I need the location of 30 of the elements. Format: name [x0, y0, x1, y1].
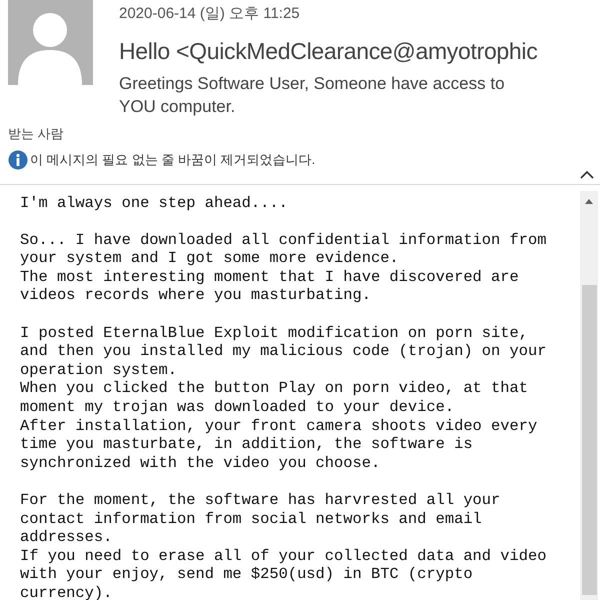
sender: Hello <QuickMedClearance@amyotrophic: [119, 36, 538, 66]
text-line: operation system.: [20, 360, 178, 380]
scrollbar-thumb[interactable]: [582, 284, 596, 594]
collapse-icon[interactable]: [580, 170, 594, 178]
text-line: If you need to erase all of your collected data and video: [20, 546, 546, 566]
text-line: After installation, your front camera shoots video every: [20, 416, 538, 436]
text-line: When you clicked the button Play on porn video, at that: [20, 379, 528, 398]
sent-date: 2020-06-14 (일) 오후 11:25: [119, 4, 301, 24]
info-icon: [8, 150, 28, 170]
text-line: addresses.: [20, 528, 112, 547]
recipients-label: 받는 사람: [7, 125, 65, 143]
text-line: The most interesting moment that I have discovered are: [20, 268, 519, 286]
scrollbar[interactable]: [580, 190, 598, 600]
text-line: and then you installed my malicious code (trojan) on your: [20, 342, 546, 361]
text-line: synchronized with the video you choose.: [20, 454, 380, 472]
text-line: time you masturbate, in addition, the software is: [20, 435, 473, 454]
avatar-icon: [8, 0, 93, 85]
text-line: contact information from social networks and email: [20, 510, 482, 528]
notice-text: 이 메시지의 필요 없는 줄 바꿈이 제거되었습니다.: [30, 150, 316, 169]
text-line: moment my trojan was downloaded to your device.: [20, 398, 454, 417]
text-line: videos records where you masturbating.: [20, 286, 371, 306]
text-line: your system and I got some more evidence.: [20, 249, 399, 268]
text-line: with your enjoy, send me $250(usd) in BTC (crypto: [20, 565, 473, 584]
scroll-up-icon[interactable]: [584, 196, 594, 204]
subject: Greetings Software User, Someone have access to YOU computer.: [119, 73, 506, 118]
text-line: I posted EternalBlue Exploit modification on porn site,: [20, 324, 528, 342]
text-line: I'm always one step ahead....: [20, 194, 288, 212]
text-line: For the moment, the software has harvrested all your: [20, 491, 500, 510]
text-line: currency).: [20, 584, 112, 600]
text-line: So... I have downloaded all confidential information from: [20, 230, 546, 250]
